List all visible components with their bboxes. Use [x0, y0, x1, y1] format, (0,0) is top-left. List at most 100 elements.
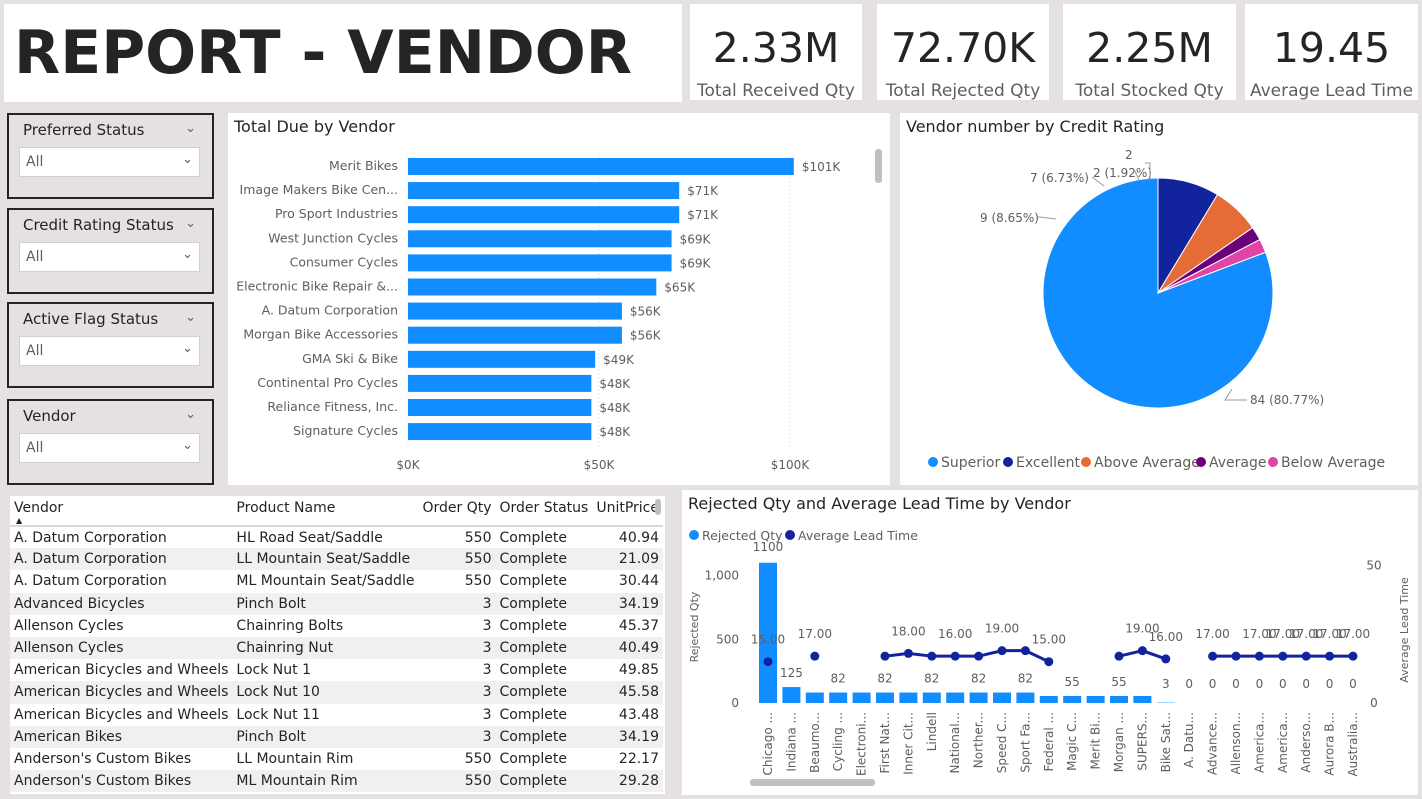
- scrollbar-thumb[interactable]: [875, 149, 882, 183]
- line-point: [763, 657, 773, 667]
- table-cell: Complete: [499, 573, 567, 590]
- legend-label: Above Average: [1094, 455, 1200, 471]
- table-row[interactable]: A. Datum Corporation ML Mountain Seat/Sad…: [10, 570, 663, 592]
- col-header-order-qty[interactable]: Order Qty: [418, 496, 496, 527]
- table-cell: 3: [418, 636, 496, 660]
- bar: [408, 302, 622, 320]
- table-cell: Pinch Bolt: [232, 592, 419, 615]
- kpi-card-lead-time[interactable]: 19.45 Average Lead Time: [1245, 4, 1418, 100]
- table-row[interactable]: A. Datum Corporation HL Road Seat/Saddle 5…: [10, 526, 663, 548]
- leader-line: [1038, 216, 1057, 220]
- table-cell: Complete: [495, 636, 593, 660]
- table-row[interactable]: American Bikes Pinch Bolt 3 Complete 34.19: [10, 725, 663, 748]
- chevron-down-icon[interactable]: ⌄: [185, 121, 196, 136]
- category-label: First Nat...: [878, 712, 892, 774]
- title-card: REPORT - VENDOR: [4, 4, 682, 102]
- table-scrollbar[interactable]: [655, 499, 661, 515]
- kpi-card-received[interactable]: 2.33M Total Received Qty: [690, 4, 862, 100]
- slicer-dropdown[interactable]: All ⌄: [19, 336, 200, 366]
- rejected-lead-time-chart[interactable]: Rejected Qty and Average Lead Time by Ve…: [682, 490, 1418, 795]
- bar: [899, 692, 918, 703]
- slicer-dropdown[interactable]: All ⌄: [19, 147, 200, 177]
- table-row[interactable]: American Bicycles and Wheels Lock Nut 1 3C…: [10, 659, 663, 681]
- slice-label: 7 (6.73%): [1030, 171, 1089, 185]
- bar-data-label: $69K: [680, 256, 712, 270]
- category-label: Consumer Cycles: [290, 254, 398, 269]
- chevron-down-icon[interactable]: ⌄: [185, 216, 196, 231]
- kpi-card-stocked[interactable]: 2.25M Total Stocked Qty: [1063, 4, 1236, 100]
- category-label: Merit Bi...: [1089, 712, 1103, 770]
- table-cell: ML Mountain Rim: [232, 770, 419, 793]
- table-row[interactable]: American Bicycles and Wheels Lock Nut 11 3…: [10, 704, 663, 726]
- total-due-chart[interactable]: Total Due by Vendor $0K $50K $100K Merit Bi…: [228, 113, 890, 485]
- y-tick-label: 0: [731, 696, 739, 710]
- table-row[interactable]: A. Datum Corporation LL Mountain Seat/Sad…: [10, 548, 663, 571]
- bar: [408, 350, 596, 368]
- bar-data-label: 0: [1279, 677, 1287, 691]
- bar-data-label: $101K: [802, 160, 842, 174]
- table-row[interactable]: Advanced Bicycles Pinch Bolt 3 Complete 34.1…: [10, 592, 663, 615]
- bar: [922, 692, 941, 703]
- bar: [1110, 695, 1128, 703]
- chevron-down-icon[interactable]: ⌄: [185, 407, 196, 422]
- kpi-label: Total Stocked Qty: [1075, 81, 1224, 100]
- slicer-active-flag-status[interactable]: Active Flag Status ⌄ All ⌄: [7, 302, 214, 388]
- table-row[interactable]: American Bicycles and Wheels Lock Nut 10 3…: [10, 681, 663, 704]
- kpi-label: Total Rejected Qty: [885, 81, 1041, 100]
- slicer-dropdown[interactable]: All ⌄: [19, 433, 200, 463]
- table-row[interactable]: Allenson Cycles Chainring Nut 3 Complete 40.…: [10, 636, 663, 660]
- category-label: Electroni...: [855, 712, 869, 776]
- chevron-down-icon: ⌄: [182, 247, 193, 262]
- total-due-svg: $0K $50K $100K Merit Bikes $101K Image Makers…: [236, 149, 882, 472]
- bar-data-label: 82: [1018, 672, 1033, 686]
- bar-data-label: $56K: [630, 305, 662, 319]
- chevron-down-icon[interactable]: ⌄: [185, 310, 196, 325]
- table-cell: 29.28: [592, 770, 663, 793]
- table-cell: American Bikes: [10, 725, 233, 748]
- bar-data-label: 0: [1256, 677, 1264, 691]
- line-point: [1020, 646, 1030, 656]
- table-row[interactable]: Allenson Cycles Chainring Bolts 3 Complete 4…: [10, 615, 663, 637]
- category-label: GMA Ski & Bike: [302, 351, 398, 366]
- line-point: [1044, 657, 1054, 667]
- table-cell: Advanced Bicycles: [10, 592, 233, 615]
- col-header-unit-price[interactable]: UnitPrice: [592, 496, 663, 527]
- table-cell: Lock Nut 1: [236, 662, 311, 679]
- category-label: Aurora B...: [1323, 712, 1337, 776]
- slicer-preferred-status[interactable]: Preferred Status ⌄ All ⌄: [7, 113, 214, 199]
- table-cell: 550: [464, 750, 492, 767]
- col-header-vendor[interactable]: Vendor ▲: [10, 496, 233, 527]
- col-header-label: Order Status: [499, 500, 589, 516]
- legend-label: Average: [1209, 455, 1267, 471]
- table-row[interactable]: Anderson's Custom Bikes ML Mountain Rim 55…: [10, 770, 663, 793]
- slice-label: 84 (80.77%): [1250, 393, 1324, 407]
- category-label: Pro Sport Industries: [275, 206, 398, 221]
- bar: [1039, 695, 1058, 703]
- table-cell: Complete: [499, 706, 567, 723]
- line-point: [1325, 651, 1335, 661]
- col-header-order-status[interactable]: Order Status: [495, 496, 593, 527]
- table-row[interactable]: Anderson's Custom Bikes LL Mountain Rim 55…: [10, 748, 663, 770]
- legend-label: Excellent: [1016, 455, 1080, 471]
- bar: [1086, 695, 1105, 703]
- bar: [829, 692, 848, 703]
- line-point: [903, 648, 913, 658]
- table-cell: 21.09: [592, 548, 663, 571]
- slicer-dropdown[interactable]: All ⌄: [19, 242, 200, 272]
- slicer-vendor[interactable]: Vendor ⌄ All ⌄: [7, 399, 214, 485]
- orders-table[interactable]: Vendor ▲ Product Name Order Qty Order Sta…: [10, 496, 665, 794]
- legend-label: Average Lead Time: [798, 528, 918, 543]
- slicer-title: Credit Rating Status: [23, 216, 174, 234]
- slicer-credit-rating-status[interactable]: Credit Rating Status ⌄ All ⌄: [7, 208, 214, 294]
- table-cell: 40.94: [618, 529, 659, 546]
- kpi-card-rejected[interactable]: 72.70K Total Rejected Qty: [877, 4, 1049, 100]
- credit-rating-pie-chart[interactable]: Vendor number by Credit Rating 84 (80.77…: [900, 113, 1418, 485]
- col-header-product[interactable]: Product Name: [232, 496, 419, 527]
- category-label: Image Makers Bike Cen...: [240, 182, 398, 197]
- table-cell: 3: [482, 662, 492, 679]
- kpi-label: Total Received Qty: [697, 81, 855, 100]
- slicer-title: Preferred Status: [23, 121, 145, 139]
- chevron-down-icon: ⌄: [182, 438, 193, 453]
- leader-line: [1224, 388, 1247, 401]
- kpi-value: 2.25M: [1086, 24, 1213, 72]
